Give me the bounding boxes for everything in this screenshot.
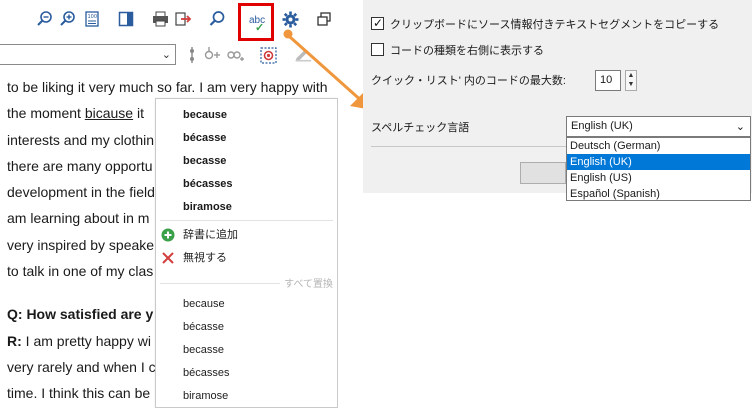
- ignore-item[interactable]: 無視する: [156, 248, 337, 268]
- language-options-list: Deutsch (German) English (UK) English (U…: [566, 137, 751, 201]
- language-option[interactable]: English (US): [567, 170, 750, 186]
- checkmark-icon: ✓: [255, 22, 265, 34]
- close-icon: [162, 252, 174, 264]
- show-code-type-option[interactable]: コードの種類を右側に表示する: [371, 43, 544, 59]
- quick-list-spinner[interactable]: ▲ ▼: [625, 70, 637, 91]
- replace-all-item[interactable]: because: [156, 294, 337, 314]
- divider: [371, 146, 566, 147]
- add-codes-icon[interactable]: [226, 46, 244, 64]
- spellcheck-button[interactable]: abc ✓: [238, 3, 274, 41]
- misspelled-word[interactable]: bicause: [85, 105, 133, 121]
- print-icon[interactable]: [151, 10, 169, 28]
- svg-text:100: 100: [88, 14, 98, 20]
- search-icon[interactable]: [208, 10, 226, 28]
- fit-page-icon[interactable]: 100: [83, 10, 101, 28]
- language-option-selected[interactable]: English (UK): [567, 154, 750, 170]
- suggestion-item[interactable]: biramose: [156, 197, 337, 217]
- language-option[interactable]: Español (Spanish): [567, 186, 750, 202]
- menu-separator: [160, 283, 280, 284]
- code-marker-icon[interactable]: [183, 46, 201, 64]
- suggestion-item[interactable]: bécasses: [156, 174, 337, 194]
- code-dropdown[interactable]: ⌄: [0, 44, 176, 65]
- replace-all-item[interactable]: bécasse: [156, 317, 337, 337]
- copy-source-info-option[interactable]: クリップボードにソース情報付きテキストセグメントをコピーする: [371, 15, 719, 33]
- export-icon[interactable]: [174, 10, 192, 28]
- zoom-out-icon[interactable]: [36, 10, 54, 28]
- chevron-down-icon: ⌄: [735, 121, 745, 133]
- chevron-down-icon: ⌄: [161, 49, 171, 61]
- spellcheck-language-select[interactable]: English (UK) ⌄: [566, 116, 751, 137]
- spellcheck-language-label: スペルチェック言語: [371, 122, 470, 134]
- window-restore-icon[interactable]: [315, 10, 333, 28]
- settings-icon[interactable]: [281, 10, 299, 28]
- replace-all-item[interactable]: bécasses: [156, 363, 337, 383]
- replace-all-item[interactable]: becasse: [156, 340, 337, 360]
- zoom-in-icon[interactable]: [59, 10, 77, 28]
- quick-list-max-input[interactable]: 10: [595, 70, 621, 91]
- suggestion-item[interactable]: bécasse: [156, 128, 337, 148]
- menu-separator: [160, 220, 333, 221]
- plus-circle-icon: [161, 228, 175, 242]
- show-code-type-checkbox[interactable]: [371, 43, 384, 56]
- add-code-icon[interactable]: [203, 46, 221, 64]
- quick-list-label: クイック・リスト' 内のコードの最大数:: [371, 75, 566, 87]
- settings-panel: クリップボードにソース情報付きテキストセグメントをコピーする コードの種類を右側…: [363, 0, 752, 201]
- code-selection-icon[interactable]: [259, 46, 277, 64]
- add-to-dictionary-item[interactable]: 辞書に追加: [156, 225, 337, 245]
- panel-toggle-icon[interactable]: [117, 10, 135, 28]
- spelling-context-menu: because bécasse becasse bécasses biramos…: [155, 98, 338, 408]
- language-option[interactable]: Deutsch (German): [567, 138, 750, 154]
- suggestion-item[interactable]: becasse: [156, 151, 337, 171]
- replace-all-item[interactable]: biramose: [156, 386, 337, 406]
- copy-source-info-checkbox[interactable]: [371, 15, 384, 31]
- replace-all-header: すべて置換: [284, 279, 333, 290]
- dialog-button[interactable]: [520, 162, 566, 184]
